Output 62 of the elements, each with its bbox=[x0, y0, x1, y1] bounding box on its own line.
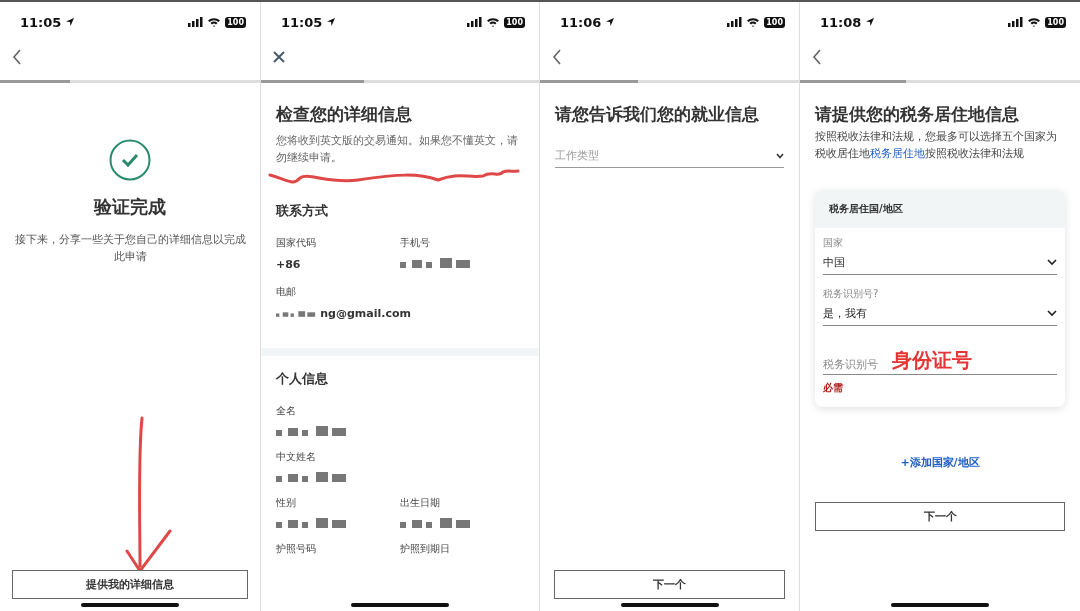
battery-indicator: 100 bbox=[225, 16, 246, 28]
field-label: 护照到期日 bbox=[400, 542, 451, 556]
error-text: 必需 bbox=[823, 381, 844, 395]
page-title: 请提供您的税务居住地信息 bbox=[815, 103, 1020, 126]
back-icon[interactable] bbox=[812, 49, 822, 65]
check-circle-icon bbox=[109, 139, 151, 181]
signal-icon bbox=[1008, 17, 1024, 27]
section-title: 个人信息 bbox=[276, 370, 329, 388]
field-label: 全名 bbox=[276, 404, 297, 418]
location-arrow-icon bbox=[65, 17, 76, 27]
chevron-down-icon bbox=[1047, 259, 1057, 266]
wifi-icon bbox=[207, 17, 222, 27]
status-time: 11:08 bbox=[820, 14, 862, 30]
field-label: 中文姓名 bbox=[276, 450, 317, 464]
wifi-icon bbox=[486, 17, 501, 27]
section-title: 联系方式 bbox=[276, 202, 329, 220]
back-icon[interactable] bbox=[552, 49, 562, 65]
field-label: 税务识别号? bbox=[823, 287, 880, 301]
battery-indicator: 100 bbox=[764, 16, 785, 28]
card-header: 税务居住国/地区 bbox=[815, 190, 1065, 228]
description-text: 按照税收法律和法规，您最多可以选择五个国家为税收居住地税务居住地按照税收法律和法规 bbox=[815, 129, 1058, 161]
signal-icon bbox=[727, 17, 743, 27]
add-country-link[interactable]: +添加国家/地区 bbox=[900, 455, 980, 470]
status-time: 11:05 bbox=[20, 14, 62, 30]
page-title: 请您告诉我们您的就业信息 bbox=[555, 103, 760, 126]
wifi-icon bbox=[746, 17, 761, 27]
field-label: 国家代码 bbox=[276, 236, 317, 250]
back-icon[interactable] bbox=[12, 49, 22, 65]
page-title: 验证完成 bbox=[94, 195, 166, 219]
location-arrow-icon bbox=[865, 17, 876, 27]
signal-icon bbox=[467, 17, 483, 27]
field-value: ng@gmail.com bbox=[320, 307, 411, 320]
notice-text: 您将收到英文版的交易通知。如果您不懂英文，请勿继续申请。 bbox=[276, 133, 519, 165]
status-time: 11:06 bbox=[560, 14, 602, 30]
field-label: 护照号码 bbox=[276, 542, 317, 556]
tax-residence-link[interactable]: 税务居住地 bbox=[870, 147, 925, 159]
wifi-icon bbox=[1027, 17, 1042, 27]
close-icon[interactable] bbox=[273, 51, 285, 63]
chevron-down-icon bbox=[1047, 310, 1057, 317]
handwritten-note: 身份证号 bbox=[892, 348, 972, 372]
provide-details-button[interactable]: 提供我的详细信息 bbox=[12, 570, 248, 599]
field-label: 电邮 bbox=[276, 285, 297, 299]
dropdown-field[interactable]: 是，我有 bbox=[823, 301, 1057, 326]
next-button[interactable]: 下一个 bbox=[554, 570, 785, 599]
field-label: 国家 bbox=[823, 236, 844, 250]
field-label: 性别 bbox=[276, 496, 297, 510]
battery-indicator: 100 bbox=[504, 16, 525, 28]
status-time: 11:05 bbox=[281, 14, 323, 30]
battery-indicator: 100 bbox=[1045, 16, 1066, 28]
placeholder-text: 税务识别号 bbox=[823, 358, 878, 372]
field-label: 出生日期 bbox=[400, 496, 441, 510]
field-value: +86 bbox=[276, 258, 301, 271]
chevron-down-icon bbox=[776, 152, 784, 159]
location-arrow-icon bbox=[605, 17, 616, 27]
field-label: 手机号 bbox=[400, 236, 431, 250]
next-button[interactable]: 下一个 bbox=[815, 502, 1065, 531]
page-title: 检查您的详细信息 bbox=[276, 103, 413, 126]
description-text: 接下来，分享一些关于您自己的详细信息以完成此申请 bbox=[13, 232, 247, 265]
dropdown-field[interactable]: 中国 bbox=[823, 250, 1057, 275]
location-arrow-icon bbox=[326, 17, 337, 27]
tax-id-field[interactable]: 税务识别号 身份证号 bbox=[823, 348, 1057, 375]
signal-icon bbox=[188, 17, 204, 27]
